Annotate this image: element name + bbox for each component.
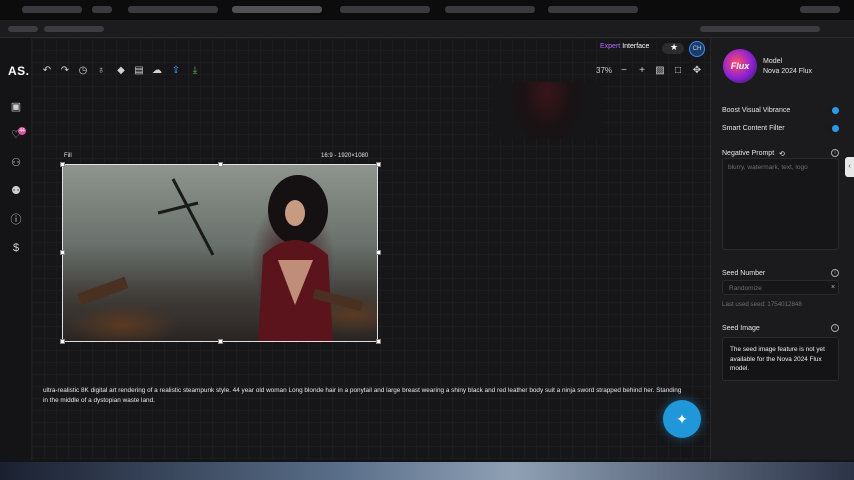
resize-handle[interactable] (376, 339, 381, 344)
negative-prompt-placeholder: blurry, watermark, text, logo (728, 164, 808, 171)
bag-icon[interactable]: ▤ (132, 64, 146, 78)
extension-icons[interactable] (700, 26, 820, 32)
user-icon[interactable]: ⚇ (9, 156, 23, 170)
star-icon[interactable]: ★ (670, 42, 678, 53)
image-view-icon[interactable]: ▨ (653, 64, 667, 78)
browser-tab-active[interactable] (232, 6, 322, 13)
resize-handle[interactable] (60, 250, 65, 255)
generated-image-frame[interactable] (62, 164, 378, 342)
url-field[interactable] (44, 26, 104, 32)
info-icon[interactable]: i (831, 269, 839, 277)
collapse-panel-tab[interactable]: ‹ (845, 157, 854, 177)
favorites-badge: 44 (18, 127, 26, 135)
info-icon[interactable]: i (831, 149, 839, 157)
model-title: Model (763, 58, 783, 65)
refresh-icon[interactable]: ⟲ (779, 150, 785, 158)
seed-placeholder: Randomize (729, 285, 762, 292)
nav-buttons[interactable] (8, 26, 38, 32)
address-bar (0, 20, 854, 38)
generated-image (77, 175, 364, 341)
resize-handle[interactable] (218, 162, 223, 167)
app-logo[interactable]: AS. (8, 64, 30, 78)
dollar-icon[interactable]: $ (9, 241, 23, 255)
interface-label: Interface (622, 43, 650, 50)
canvas-toolbar: ↶ ↷ ◷ ♁ ◆ ▤ ☁ ⇪ ⤓ 37% − + ▨ □ ✥ (32, 60, 710, 82)
resize-handle[interactable] (376, 162, 381, 167)
previous-image-thumbnail[interactable] (492, 82, 602, 138)
resize-handle[interactable] (376, 250, 381, 255)
fit-frame-icon[interactable]: □ (671, 64, 685, 78)
resize-handle[interactable] (60, 162, 65, 167)
bulb-icon[interactable]: ♁ (94, 64, 108, 78)
window-controls[interactable] (800, 6, 840, 13)
filter-toggle[interactable] (827, 125, 839, 132)
negative-prompt-input[interactable]: blurry, watermark, text, logo (722, 158, 839, 250)
boost-label: Boost Visual Vibrance (722, 107, 791, 114)
browser-tab-bar (0, 0, 854, 20)
model-name[interactable]: Nova 2024 Flux (763, 68, 812, 75)
info-icon[interactable]: ⓘ (9, 213, 23, 227)
model-logo[interactable]: Flux (723, 49, 757, 83)
browser-tab[interactable] (548, 6, 638, 13)
history-icon[interactable]: ◷ (76, 64, 90, 78)
seed-number-input[interactable]: Randomize × (722, 280, 839, 295)
negative-prompt-title: Negative Prompt (722, 150, 775, 157)
zoom-out-button[interactable]: − (617, 64, 631, 78)
users-icon[interactable]: ⚉ (9, 184, 23, 198)
aspect-ratio-label[interactable]: 16:9 - 1920×1080 (321, 153, 368, 159)
seed-image-title: Seed Image (722, 325, 760, 332)
avatar[interactable]: CH (689, 41, 705, 57)
boost-toggle[interactable] (827, 107, 839, 114)
image-icon[interactable]: ▣ (9, 100, 23, 114)
interface-mode-label: Expert Interface (600, 43, 649, 50)
resize-handle[interactable] (218, 339, 223, 344)
zoom-level: 37% (596, 66, 613, 75)
browser-tab[interactable] (340, 6, 430, 13)
clear-seed-icon[interactable]: × (831, 284, 835, 291)
prompt-input[interactable]: ultra-realistic 8K digital art rendering… (43, 386, 683, 405)
cloud-upload-icon[interactable]: ☁ (150, 64, 164, 78)
move-icon[interactable]: ✥ (690, 64, 704, 78)
expert-label: Expert (600, 43, 621, 50)
fill-mode-label[interactable]: Fill (64, 153, 72, 159)
resize-handle[interactable] (60, 339, 65, 344)
eraser-icon[interactable]: ◆ (114, 64, 128, 78)
generate-button[interactable]: ✦ (663, 400, 701, 438)
last-used-seed: Last used seed: 1754012848 (722, 301, 802, 308)
seed-number-title: Seed Number (722, 270, 766, 277)
seed-image-note: The seed image feature is not yet availa… (730, 346, 825, 372)
browser-tab[interactable] (22, 6, 82, 13)
seed-image-notice: The seed image feature is not yet availa… (722, 337, 839, 381)
os-taskbar (0, 462, 854, 480)
browser-tab[interactable] (445, 6, 535, 13)
info-icon[interactable]: i (831, 324, 839, 332)
browser-tab[interactable] (128, 6, 218, 13)
zoom-in-button[interactable]: + (635, 64, 649, 78)
redo-icon[interactable]: ↷ (58, 64, 72, 78)
upload-icon[interactable]: ⇪ (169, 64, 183, 78)
filter-label: Smart Content Filter (722, 125, 785, 132)
undo-icon[interactable]: ↶ (40, 64, 54, 78)
download-icon[interactable]: ⤓ (188, 64, 202, 78)
browser-tab[interactable] (92, 6, 112, 13)
